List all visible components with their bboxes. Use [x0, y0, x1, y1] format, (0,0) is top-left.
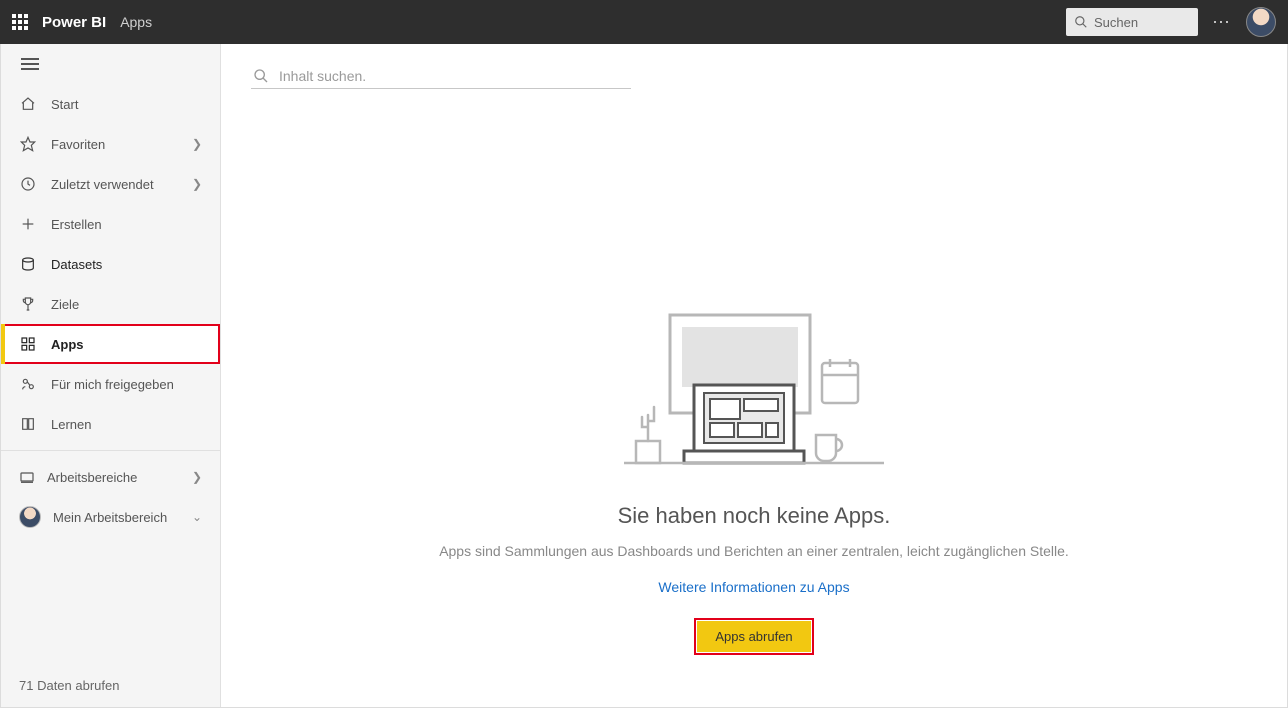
sidebar-item-apps[interactable]: Apps: [1, 324, 220, 364]
sidebar-item-shared[interactable]: Für mich freigegeben: [1, 364, 220, 404]
clock-icon: [19, 175, 37, 193]
chevron-right-icon: ❯: [192, 470, 202, 484]
sidebar-item-goals[interactable]: Ziele: [1, 284, 220, 324]
sidebar-item-label: Apps: [51, 337, 84, 352]
breadcrumb: Apps: [120, 14, 152, 30]
empty-state-learn-link[interactable]: Weitere Informationen zu Apps: [658, 579, 849, 595]
sidebar-item-label: Start: [51, 97, 78, 112]
sidebar-item-workspaces[interactable]: Arbeitsbereiche ❯: [1, 457, 220, 497]
sidebar-item-start[interactable]: Start: [1, 84, 220, 124]
chevron-right-icon: ❯: [192, 177, 202, 191]
sidebar-item-create[interactable]: Erstellen: [1, 204, 220, 244]
sidebar-item-my-workspace[interactable]: Mein Arbeitsbereich ⌄: [1, 497, 220, 537]
sidebar-item-datasets[interactable]: Datasets: [1, 244, 220, 284]
more-menu-button[interactable]: ⋯: [1212, 12, 1232, 33]
content-search-input[interactable]: [279, 68, 629, 84]
star-icon: [19, 135, 37, 153]
sidebar-item-label: Datasets: [51, 257, 102, 272]
app-launcher-icon[interactable]: [12, 14, 28, 30]
sidebar-item-label: Lernen: [51, 417, 91, 432]
empty-state-illustration: [624, 309, 884, 469]
plus-icon: [19, 215, 37, 233]
sidebar: Start Favoriten ❯ Zuletzt verwendet ❯: [1, 44, 221, 707]
topbar-right: Suchen ⋯: [1066, 7, 1276, 37]
sidebar-item-learn[interactable]: Lernen: [1, 404, 220, 444]
user-avatar[interactable]: [1246, 7, 1276, 37]
apps-icon: [19, 335, 37, 353]
global-search[interactable]: Suchen: [1066, 8, 1198, 36]
content-search[interactable]: [251, 64, 631, 89]
workspace-avatar: [19, 506, 41, 528]
workspaces-icon: [19, 469, 35, 485]
chevron-down-icon: ⌄: [192, 510, 202, 524]
sidebar-item-label: Ziele: [51, 297, 79, 312]
sidebar-separator: [1, 450, 220, 451]
nav: Start Favoriten ❯ Zuletzt verwendet ❯: [1, 84, 220, 444]
sidebar-item-label: Mein Arbeitsbereich: [53, 510, 167, 525]
sidebar-item-label: Arbeitsbereiche: [47, 470, 137, 485]
global-search-placeholder: Suchen: [1094, 15, 1138, 30]
sidebar-item-recent[interactable]: Zuletzt verwendet ❯: [1, 164, 220, 204]
sidebar-item-label: Favoriten: [51, 137, 105, 152]
chevron-right-icon: ❯: [192, 137, 202, 151]
sidebar-item-label: Zuletzt verwendet: [51, 177, 154, 192]
brand-label: Power BI: [42, 14, 106, 31]
sidebar-item-label: Erstellen: [51, 217, 102, 232]
share-icon: [19, 375, 37, 393]
sidebar-get-data[interactable]: 71 Daten abrufen: [1, 664, 220, 707]
topbar-left: Power BI Apps: [12, 14, 152, 31]
empty-state-title: Sie haben noch keine Apps.: [618, 503, 891, 529]
sidebar-item-label: Für mich freigegeben: [51, 377, 174, 392]
empty-state: Sie haben noch keine Apps. Apps sind Sam…: [221, 89, 1287, 707]
search-icon: [1074, 15, 1088, 29]
datasets-icon: [19, 255, 37, 273]
home-icon: [19, 95, 37, 113]
empty-state-subtitle: Apps sind Sammlungen aus Dashboards und …: [439, 543, 1069, 559]
sidebar-item-favorites[interactable]: Favoriten ❯: [1, 124, 220, 164]
trophy-icon: [19, 295, 37, 313]
sidebar-toggle-button[interactable]: [21, 58, 39, 70]
book-icon: [19, 415, 37, 433]
search-icon: [253, 68, 269, 84]
top-bar: Power BI Apps Suchen ⋯: [0, 0, 1288, 44]
main-content: Sie haben noch keine Apps. Apps sind Sam…: [221, 44, 1287, 707]
get-apps-button[interactable]: Apps abrufen: [697, 621, 810, 652]
